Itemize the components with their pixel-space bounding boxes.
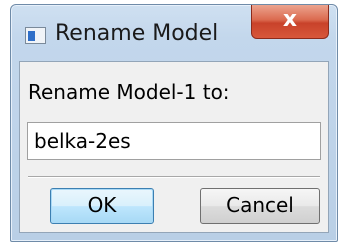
dialog-body: Rename Model-1 to: OK Cancel bbox=[19, 61, 329, 233]
close-icon: x bbox=[282, 7, 298, 32]
window-app-icon bbox=[25, 27, 46, 44]
rename-model-dialog: Rename Model x Rename Model-1 to: OK Can… bbox=[10, 4, 338, 242]
new-name-input[interactable] bbox=[27, 122, 321, 160]
divider bbox=[28, 176, 320, 178]
title-bar[interactable]: Rename Model x bbox=[11, 5, 337, 61]
ok-button[interactable]: OK bbox=[50, 188, 154, 224]
close-button[interactable]: x bbox=[251, 5, 329, 39]
app-icon-accent bbox=[28, 31, 35, 41]
window-title: Rename Model bbox=[55, 21, 219, 46]
cancel-button[interactable]: Cancel bbox=[200, 188, 320, 224]
rename-prompt-label: Rename Model-1 to: bbox=[28, 80, 230, 104]
